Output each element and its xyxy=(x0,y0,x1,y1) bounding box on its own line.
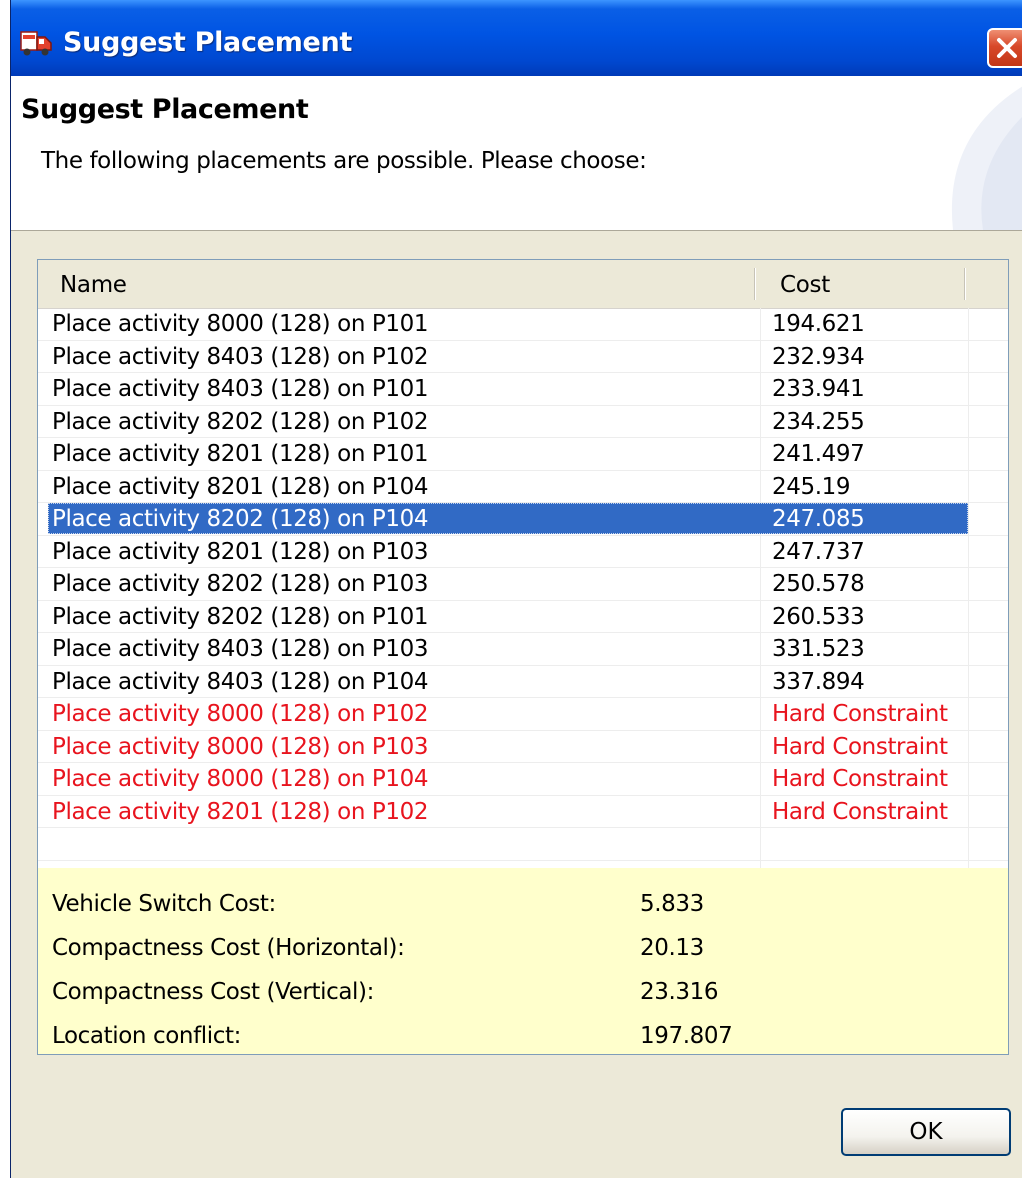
banner-title: Suggest Placement xyxy=(21,94,309,125)
table-row[interactable]: Place activity 8403 (128) on P103 331.523 xyxy=(38,633,1008,666)
cell-name: Place activity 8201 (128) on P101 xyxy=(52,441,429,467)
banner-message: The following placements are possible. P… xyxy=(41,148,647,174)
cell-name: Place activity 8000 (128) on P103 xyxy=(52,733,429,760)
ok-button[interactable]: OK xyxy=(841,1108,1011,1156)
cell-name: Place activity 8201 (128) on P104 xyxy=(52,473,429,500)
stat-label: Compactness Cost (Vertical): xyxy=(52,979,374,1005)
table-header: Name Cost xyxy=(38,260,1008,309)
table-row[interactable]: Place activity 8201 (128) on P102 Hard Co… xyxy=(38,796,1008,828)
close-icon xyxy=(997,38,1017,58)
cell-cost: Hard Constraint xyxy=(772,766,948,792)
table-row[interactable]: Place activity 8403 (128) on P104 337.894 xyxy=(38,666,1008,698)
cell-cost: 232.934 xyxy=(772,343,865,370)
table-row[interactable]: Place activity 8201 (128) on P103 247.737 xyxy=(38,536,1008,568)
cell-name: Place activity 8000 (128) on P102 xyxy=(52,701,429,727)
close-button[interactable] xyxy=(987,28,1022,68)
column-header-name[interactable]: Name xyxy=(60,260,127,308)
cell-cost: 247.737 xyxy=(772,538,865,565)
cell-cost: 194.621 xyxy=(772,311,865,337)
cell-name: Place activity 8403 (128) on P104 xyxy=(52,668,429,695)
table-row[interactable]: Place activity 8202 (128) on P101 260.533 xyxy=(38,601,1008,633)
cell-name: Place activity 8202 (128) on P103 xyxy=(52,571,429,597)
truck-app-icon xyxy=(19,28,53,58)
table-row-selected[interactable]: Place activity 8202 (128) on P104 247.085 xyxy=(38,503,1008,536)
cell-cost: Hard Constraint xyxy=(772,701,948,727)
cell-cost: 234.255 xyxy=(772,408,865,435)
banner-decoration xyxy=(951,86,1022,230)
column-header-cost[interactable]: Cost xyxy=(780,260,830,308)
dialog-banner: Suggest Placement The following placemen… xyxy=(11,76,1022,231)
suggest-placement-dialog: Suggest Placement Suggest Placement The … xyxy=(10,0,1022,1178)
table-row[interactable]: Place activity 8000 (128) on P101 194.621 xyxy=(38,308,1008,341)
cell-cost: 247.085 xyxy=(772,506,865,532)
stat-label: Vehicle Switch Cost: xyxy=(52,891,276,917)
table-row[interactable]: Place activity 8201 (128) on P101 241.497 xyxy=(38,438,1008,471)
column-divider[interactable] xyxy=(964,268,965,300)
window-title: Suggest Placement xyxy=(63,27,353,58)
empty-row xyxy=(38,828,1008,861)
cell-cost: Hard Constraint xyxy=(772,798,948,825)
placement-list: Place activity 8000 (128) on P101 194.621… xyxy=(38,308,1008,861)
cell-name: Place activity 8202 (128) on P104 xyxy=(52,506,429,532)
cell-cost: 331.523 xyxy=(772,636,865,662)
cell-name: Place activity 8201 (128) on P102 xyxy=(52,798,429,825)
cell-name: Place activity 8000 (128) on P101 xyxy=(52,311,429,337)
cell-name: Place activity 8201 (128) on P103 xyxy=(52,538,429,565)
cell-name: Place activity 8202 (128) on P101 xyxy=(52,603,429,630)
placements-panel: Name Cost Place activity 8000 (128) on P… xyxy=(37,259,1009,1055)
cell-cost: 250.578 xyxy=(772,571,865,597)
cell-cost: 260.533 xyxy=(772,603,865,630)
stat-value: 20.13 xyxy=(640,935,704,961)
table-row[interactable]: Place activity 8403 (128) on P102 232.934 xyxy=(38,341,1008,373)
cell-cost: 233.941 xyxy=(772,376,865,402)
stat-value: 5.833 xyxy=(640,891,704,917)
cell-name: Place activity 8403 (128) on P103 xyxy=(52,636,429,662)
title-bar[interactable]: Suggest Placement xyxy=(11,0,1022,76)
stat-value: 23.316 xyxy=(640,979,719,1005)
cost-breakdown: Vehicle Switch Cost: 5.833 Compactness C… xyxy=(38,868,1008,1054)
cell-name: Place activity 8202 (128) on P102 xyxy=(52,408,429,435)
table-row[interactable]: Place activity 8202 (128) on P102 234.255 xyxy=(38,406,1008,438)
cell-cost: 337.894 xyxy=(772,668,865,695)
table-row[interactable]: Place activity 8201 (128) on P104 245.19 xyxy=(38,471,1008,503)
cell-name: Place activity 8403 (128) on P102 xyxy=(52,343,429,370)
cell-name: Place activity 8000 (128) on P104 xyxy=(52,766,429,792)
column-divider[interactable] xyxy=(754,268,755,300)
stat-label: Location conflict: xyxy=(52,1023,241,1049)
table-row[interactable]: Place activity 8403 (128) on P101 233.941 xyxy=(38,373,1008,406)
table-row[interactable]: Place activity 8000 (128) on P103 Hard Co… xyxy=(38,731,1008,763)
table-row[interactable]: Place activity 8202 (128) on P103 250.578 xyxy=(38,568,1008,601)
table-row[interactable]: Place activity 8000 (128) on P104 Hard Co… xyxy=(38,763,1008,796)
stat-value: 197.807 xyxy=(640,1023,733,1049)
cell-cost: 241.497 xyxy=(772,441,865,467)
cell-cost: Hard Constraint xyxy=(772,733,948,760)
table-row[interactable]: Place activity 8000 (128) on P102 Hard Co… xyxy=(38,698,1008,731)
cell-name: Place activity 8403 (128) on P101 xyxy=(52,376,429,402)
stat-label: Compactness Cost (Horizontal): xyxy=(52,935,405,961)
cell-cost: 245.19 xyxy=(772,473,851,500)
